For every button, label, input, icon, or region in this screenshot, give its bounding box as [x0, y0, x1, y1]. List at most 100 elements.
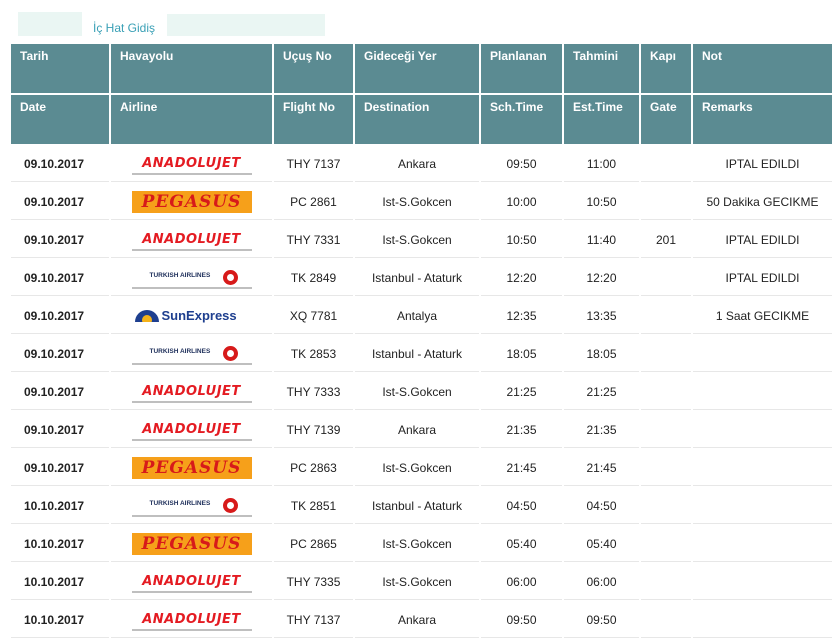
scheduled-time: 10:50 [481, 222, 562, 258]
col-header-est-time-en: Est.Time [564, 95, 639, 144]
anadolujet-wordmark-a: ANADOLU [142, 611, 217, 627]
estimated-time: 21:25 [564, 374, 639, 410]
turkish-airlines-tail-icon [222, 269, 238, 285]
anadolujet-wordmark-b: JET [216, 573, 241, 589]
flight-date: 09.10.2017 [11, 298, 109, 334]
gate [641, 526, 691, 562]
table-row: 09.10.2017 PEGASUS PC 2861 Ist-S.Gokcen … [11, 184, 832, 220]
col-header-gate-tr: Kapı [641, 44, 691, 93]
anadolujet-wordmark-b: JET [216, 421, 241, 437]
airline-cell: PEGASUS [111, 450, 272, 486]
destination: Ist-S.Gokcen [355, 374, 479, 410]
domestic-departures-link[interactable]: İç Hat Gidiş [93, 21, 155, 35]
anadolujet-wordmark-b: JET [216, 231, 241, 247]
anadolujet-logo: ANADOLUJET [131, 228, 252, 251]
col-header-date-tr: Tarih [11, 44, 109, 93]
destination: Antalya [355, 298, 479, 334]
blurred-region-right [167, 14, 325, 36]
flight-date: 10.10.2017 [11, 488, 109, 524]
gate [641, 564, 691, 600]
anadolujet-wordmark-b: JET [216, 155, 241, 171]
estimated-time: 04:50 [564, 488, 639, 524]
flight-number: THY 7333 [274, 374, 353, 410]
airline-cell: ANADOLUJET [111, 146, 272, 182]
flight-rows: 09.10.2017 ANADOLUJET THY 7137 Ankara 09… [11, 146, 832, 638]
flight-date: 09.10.2017 [11, 412, 109, 448]
header-row-english: Date Airline Flight No Destination Sch.T… [11, 95, 832, 144]
estimated-time: 21:35 [564, 412, 639, 448]
scheduled-time: 21:45 [481, 450, 562, 486]
col-header-gate-en: Gate [641, 95, 691, 144]
scheduled-time: 06:00 [481, 564, 562, 600]
gate [641, 602, 691, 638]
airline-cell: ANADOLUJET [111, 602, 272, 638]
destination: Ist-S.Gokcen [355, 450, 479, 486]
flight-date: 09.10.2017 [11, 374, 109, 410]
col-header-airline-tr: Havayolu [111, 44, 272, 93]
estimated-time: 05:40 [564, 526, 639, 562]
destination: Ist-S.Gokcen [355, 222, 479, 258]
turkish-airlines-tail-icon [222, 345, 238, 361]
gate [641, 298, 691, 334]
flight-number: XQ 7781 [274, 298, 353, 334]
col-header-date-en: Date [11, 95, 109, 144]
estimated-time: 11:40 [564, 222, 639, 258]
remarks [693, 374, 832, 410]
remarks [693, 602, 832, 638]
table-row: 09.10.2017 ANADOLUJET THY 7137 Ankara 09… [11, 146, 832, 182]
airline-cell: ANADOLUJET [111, 222, 272, 258]
table-row: 09.10.2017 SunExpress XQ 7781 Antalya 12… [11, 298, 832, 334]
table-row: 09.10.2017 ANADOLUJET THY 7331 Ist-S.Gok… [11, 222, 832, 258]
anadolujet-wordmark-b: JET [216, 383, 241, 399]
flight-number: PC 2861 [274, 184, 353, 220]
sunexpress-logo: SunExpress [131, 304, 252, 327]
gate [641, 336, 691, 372]
scheduled-time: 12:35 [481, 298, 562, 334]
flight-number: THY 7331 [274, 222, 353, 258]
scheduled-time: 05:40 [481, 526, 562, 562]
scheduled-time: 21:25 [481, 374, 562, 410]
flight-number: THY 7137 [274, 146, 353, 182]
gate [641, 260, 691, 296]
remarks: 50 Dakika GECIKME [693, 184, 832, 220]
flight-date: 10.10.2017 [11, 564, 109, 600]
estimated-time: 06:00 [564, 564, 639, 600]
table-row: 09.10.2017 TURKISH AIRLINES TK 2849 Ista… [11, 260, 832, 296]
destination: Ankara [355, 146, 479, 182]
destination: Istanbul - Ataturk [355, 260, 479, 296]
table-row: 10.10.2017 ANADOLUJET THY 7335 Ist-S.Gok… [11, 564, 832, 600]
estimated-time: 13:35 [564, 298, 639, 334]
estimated-time: 21:45 [564, 450, 639, 486]
estimated-time: 11:00 [564, 146, 639, 182]
flight-date: 09.10.2017 [11, 184, 109, 220]
table-row: 10.10.2017 PEGASUS PC 2865 Ist-S.Gokcen … [11, 526, 832, 562]
gate: 201 [641, 222, 691, 258]
airline-cell: SunExpress [111, 298, 272, 334]
flight-number: THY 7139 [274, 412, 353, 448]
scheduled-time: 04:50 [481, 488, 562, 524]
flight-number: PC 2863 [274, 450, 353, 486]
anadolujet-logo: ANADOLUJET [131, 380, 252, 403]
pegasus-wordmark: PEGASUS [141, 191, 242, 212]
scheduled-time: 12:20 [481, 260, 562, 296]
remarks [693, 488, 832, 524]
destination: Ist-S.Gokcen [355, 526, 479, 562]
col-header-airline-en: Airline [111, 95, 272, 144]
airline-cell: TURKISH AIRLINES [111, 488, 272, 524]
table-row: 09.10.2017 ANADOLUJET THY 7139 Ankara 21… [11, 412, 832, 448]
flight-date: 09.10.2017 [11, 260, 109, 296]
gate [641, 184, 691, 220]
airline-cell: PEGASUS [111, 526, 272, 562]
header-row-turkish: Tarih Havayolu Uçuş No Gideceği Yer Plan… [11, 44, 832, 93]
anadolujet-wordmark-a: ANADOLU [142, 231, 217, 247]
anadolujet-wordmark-a: ANADOLU [142, 573, 217, 589]
pegasus-logo: PEGASUS [131, 532, 252, 555]
sunexpress-wordmark: SunExpress [161, 307, 237, 323]
remarks [693, 450, 832, 486]
remarks [693, 336, 832, 372]
col-header-est-time-tr: Tahmini [564, 44, 639, 93]
destination: Ist-S.Gokcen [355, 184, 479, 220]
airline-cell: TURKISH AIRLINES [111, 260, 272, 296]
top-bar: İç Hat Gidiş [0, 0, 832, 42]
anadolujet-wordmark-b: JET [216, 611, 241, 627]
